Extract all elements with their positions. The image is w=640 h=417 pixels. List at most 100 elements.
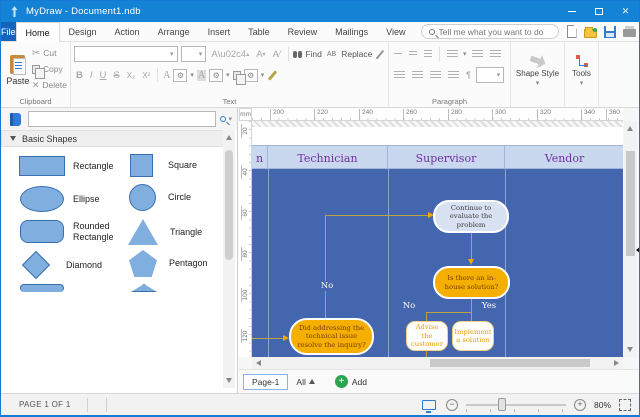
increase-indent-button[interactable] — [488, 49, 503, 60]
shape-item-ellipse[interactable]: Ellipse — [20, 186, 135, 212]
tab-table[interactable]: Table — [239, 22, 279, 41]
fill-style-icon[interactable] — [233, 71, 241, 80]
justify-button[interactable] — [446, 70, 461, 81]
align-left-button[interactable] — [392, 70, 407, 81]
bullet-list-icon[interactable] — [445, 49, 460, 60]
lane-header-partial[interactable]: n — [252, 146, 268, 170]
tab-insert[interactable]: Insert — [199, 22, 240, 41]
print-icon[interactable] — [623, 29, 636, 37]
font-family-select[interactable]: ▾ — [74, 46, 178, 62]
delete-button[interactable]: ✕Delete — [32, 77, 67, 93]
replace-button[interactable]: Replace — [341, 49, 372, 59]
highlight-gear-icon[interactable]: ⚙ — [209, 69, 223, 82]
zoom-out-button[interactable]: − — [446, 399, 458, 411]
eyedropper-icon[interactable] — [376, 49, 384, 58]
horizontal-scrollbar[interactable] — [252, 357, 623, 369]
tab-review[interactable]: Review — [279, 22, 327, 41]
line-spacing-select[interactable]: ▾ — [476, 67, 504, 83]
find-button[interactable]: Find — [305, 49, 322, 59]
lane-header-technician[interactable]: Technician — [268, 146, 388, 170]
node-inhouse-solution[interactable]: Is there an in-house solution? — [433, 266, 510, 299]
open-file-icon[interactable] — [584, 29, 597, 38]
superscript-button[interactable]: X² — [140, 71, 152, 80]
shape-item-partial[interactable] — [131, 284, 157, 292]
connector-inhouse-stem[interactable] — [471, 299, 472, 312]
scroll-thumb[interactable] — [430, 359, 590, 367]
connector-continue-inhouse[interactable] — [471, 233, 472, 261]
lane-header-supervisor[interactable]: Supervisor — [388, 146, 505, 170]
shape-item-partial[interactable] — [20, 284, 64, 292]
tab-home[interactable]: Home — [16, 22, 60, 42]
tab-arrange[interactable]: Arrange — [149, 22, 199, 41]
pages-all-dropdown[interactable]: All — [296, 377, 314, 387]
highlight-color-icon[interactable]: A — [197, 70, 206, 81]
vertical-scrollbar[interactable] — [624, 121, 637, 357]
scroll-left-icon[interactable] — [256, 360, 261, 366]
shape-item-rectangle[interactable]: Rectangle — [19, 156, 135, 176]
decrease-indent-button[interactable] — [470, 49, 485, 60]
subscript-button[interactable]: X₂ — [125, 71, 137, 80]
scroll-thumb[interactable] — [626, 151, 635, 256]
align-middle-button[interactable] — [407, 50, 419, 58]
save-icon[interactable] — [604, 26, 616, 38]
shrink-font-button[interactable]: A▾ — [254, 49, 267, 60]
chevron-down-icon[interactable]: ▾ — [190, 71, 194, 79]
scroll-thumb[interactable] — [225, 150, 233, 260]
zoom-slider[interactable] — [466, 398, 566, 412]
scroll-up-icon[interactable] — [226, 135, 232, 140]
chevron-down-icon[interactable]: ▾ — [226, 71, 230, 79]
file-menu-button[interactable]: File — [1, 22, 16, 41]
align-right-button[interactable] — [428, 70, 443, 81]
underline-button[interactable]: U — [98, 70, 109, 81]
new-document-icon[interactable] — [567, 25, 577, 38]
shape-item-diamond[interactable]: Diamond — [20, 252, 128, 278]
fit-page-icon[interactable] — [619, 399, 631, 411]
scroll-down-icon[interactable] — [226, 378, 232, 383]
align-bottom-button[interactable] — [422, 49, 434, 60]
paste-button[interactable]: Paste — [4, 45, 32, 95]
connector-no-feedback-v[interactable] — [325, 215, 326, 319]
fill-gear-icon[interactable]: ⚙ — [244, 69, 258, 82]
page-tab-1[interactable]: Page-1 — [243, 374, 288, 390]
shape-item-triangle[interactable]: Triangle — [128, 219, 223, 245]
connector-into-resolve[interactable] — [252, 338, 284, 339]
slider-track[interactable] — [466, 404, 566, 406]
font-size-select[interactable]: ▾ — [181, 46, 207, 62]
shape-item-circle[interactable]: Circle — [129, 184, 223, 211]
tab-view[interactable]: View — [377, 22, 414, 41]
fit-screen-icon[interactable] — [422, 400, 436, 410]
scroll-right-icon[interactable] — [614, 360, 619, 366]
font-color-gear-icon[interactable]: ⚙ — [173, 69, 187, 82]
minimize-button[interactable] — [558, 1, 585, 22]
shape-search-input[interactable] — [28, 111, 216, 127]
library-book-button[interactable] — [6, 111, 24, 127]
connector-branch-yes[interactable] — [471, 312, 472, 321]
canvas[interactable]: n Technician Supervisor Vendor — [252, 121, 623, 357]
shapes-scrollbar[interactable] — [223, 130, 235, 388]
basic-shapes-header[interactable]: Basic Shapes — [1, 130, 224, 147]
maximize-button[interactable] — [585, 1, 612, 22]
italic-button[interactable]: I — [88, 70, 95, 81]
font-color-icon[interactable]: A — [163, 70, 170, 81]
tell-me-input[interactable] — [439, 27, 551, 37]
shape-style-group[interactable]: Shape Style ▾ — [511, 42, 565, 107]
connector-branch-no[interactable] — [426, 312, 427, 321]
align-top-button[interactable] — [392, 52, 404, 57]
tools-group[interactable]: Tools ▾ — [565, 42, 599, 107]
format-painter-icon[interactable] — [268, 70, 277, 80]
shape-item-rounded-rectangle[interactable]: Rounded Rectangle — [20, 220, 135, 243]
pilcrow-button[interactable]: ¶ — [464, 70, 473, 81]
node-advise-customer[interactable]: Advise the customer — [406, 321, 448, 351]
grow-font-button[interactable]: A\u02c4▴ — [209, 49, 251, 60]
swimlane-body[interactable]: Continue to evaluate the problem Is ther… — [252, 169, 623, 357]
node-resolve-inquiry[interactable]: Did addressing the technical issue resol… — [289, 318, 374, 355]
slider-thumb[interactable] — [498, 398, 506, 411]
align-center-button[interactable] — [410, 70, 425, 81]
lane-header-vendor[interactable]: Vendor — [505, 146, 623, 170]
chevron-down-icon[interactable]: ▾ — [261, 71, 265, 79]
copy-button[interactable]: Copy — [32, 61, 67, 77]
tell-me-search[interactable] — [421, 24, 559, 39]
shape-item-square[interactable]: Square — [130, 154, 223, 177]
zoom-in-button[interactable]: + — [574, 399, 586, 411]
tab-action[interactable]: Action — [106, 22, 149, 41]
